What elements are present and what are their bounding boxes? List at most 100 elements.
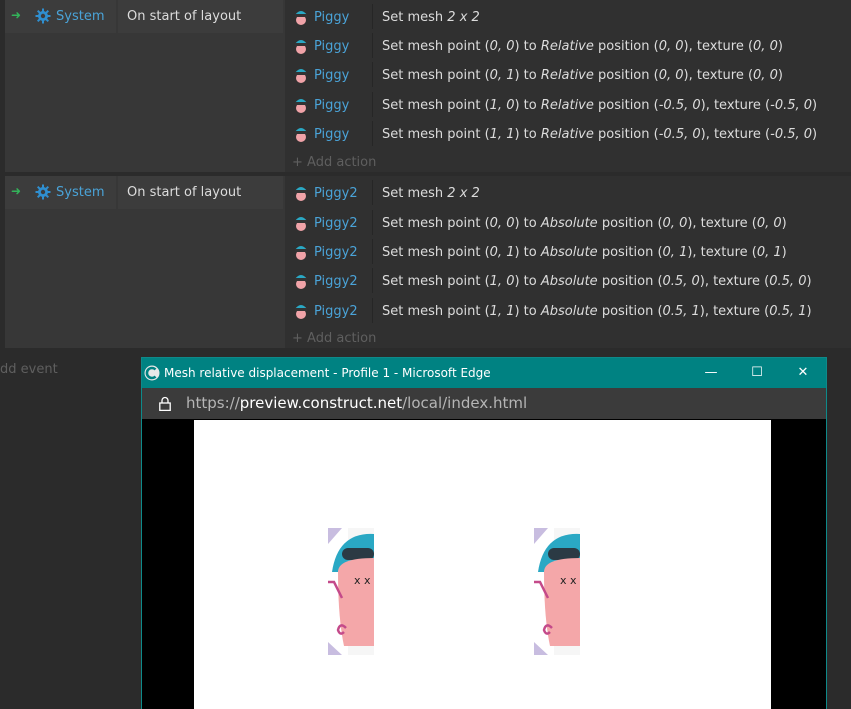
action-parameter: 0, 0 — [753, 39, 778, 54]
action-text[interactable]: Set mesh point (0, 0) to Absolute positi… — [382, 216, 787, 231]
action-row[interactable]: Piggy Set mesh point (1, 1) to Relative … — [285, 119, 851, 148]
action-row[interactable]: Piggy Set mesh point (0, 1) to Relative … — [285, 60, 851, 89]
action-object-name[interactable]: Piggy2 — [314, 186, 358, 201]
action-text[interactable]: Set mesh point (0, 1) to Relative positi… — [382, 68, 783, 83]
action-object-name[interactable]: Piggy — [314, 68, 349, 83]
action-parameter: 2 x 2 — [447, 10, 480, 25]
action-row[interactable]: Piggy2 Set mesh point (0, 0) to Absolute… — [285, 208, 851, 237]
condition-object-cell[interactable]: ➜ System — [5, 176, 116, 209]
action-parameter: 0, 1 — [489, 68, 515, 83]
piggy-icon — [295, 246, 307, 260]
action-object-cell[interactable]: Piggy2 — [285, 266, 372, 295]
close-button[interactable]: ✕ — [780, 358, 826, 388]
action-object-cell[interactable]: Piggy — [285, 90, 372, 119]
action-object-name[interactable]: Piggy2 — [314, 304, 358, 319]
action-row[interactable]: Piggy2 Set mesh point (1, 0) to Absolute… — [285, 266, 851, 295]
action-parameter: 0, 0 — [489, 216, 515, 231]
minimize-button[interactable]: — — [688, 358, 734, 388]
action-parameter: 0, 0 — [658, 39, 684, 54]
condition-row[interactable]: ➜ System On start of layout — [5, 176, 283, 209]
action-object-name[interactable]: Piggy2 — [314, 274, 358, 289]
browser-titlebar[interactable]: Mesh relative displacement - Profile 1 -… — [142, 358, 826, 388]
action-text-segment: Set mesh point ( — [382, 68, 490, 83]
action-row[interactable]: Piggy2 Set mesh point (0, 1) to Absolute… — [285, 237, 851, 266]
action-text[interactable]: Set mesh 2 x 2 — [382, 186, 480, 201]
event-block-2[interactable]: ➜ System On start of layout Piggy2 Set m… — [5, 176, 851, 348]
action-text[interactable]: Set mesh point (0, 1) to Absolute positi… — [382, 245, 787, 260]
condition-object-name[interactable]: System — [56, 185, 104, 200]
action-parameter: Relative — [540, 127, 594, 142]
action-text-segment: ) — [812, 98, 818, 113]
piggy-icon — [295, 187, 307, 201]
condition-row[interactable]: ➜ System On start of layout — [5, 0, 283, 33]
action-text-segment: Set mesh point ( — [382, 304, 490, 319]
action-object-name[interactable]: Piggy2 — [314, 216, 358, 231]
condition-object-name[interactable]: System — [56, 9, 104, 24]
action-object-cell[interactable]: Piggy2 — [285, 178, 372, 207]
action-text-segment: ) to — [514, 127, 541, 142]
action-parameter: 0, 0 — [756, 216, 782, 231]
event-block-1[interactable]: ➜ System On start of layout Piggy Set me… — [5, 0, 851, 172]
action-parameter: Relative — [540, 68, 594, 83]
action-object-name[interactable]: Piggy — [314, 98, 349, 113]
action-text-segment: ), texture ( — [699, 304, 770, 319]
action-object-name[interactable]: Piggy — [314, 39, 349, 54]
game-canvas[interactable]: x x x x — [194, 420, 771, 709]
action-text[interactable]: Set mesh point (1, 1) to Absolute positi… — [382, 304, 812, 319]
condition-text-cell[interactable]: On start of layout — [118, 0, 283, 33]
action-object-cell[interactable]: Piggy2 — [285, 208, 372, 237]
piggy2-sprite: x x — [534, 528, 580, 655]
action-object-cell[interactable]: Piggy — [285, 60, 372, 89]
action-text-segment: Set mesh point ( — [382, 245, 490, 260]
action-text-segment: ) — [777, 68, 783, 83]
action-row[interactable]: Piggy Set mesh 2 x 2 — [285, 2, 851, 31]
action-text[interactable]: Set mesh point (1, 1) to Relative positi… — [382, 127, 817, 142]
add-action-button[interactable]: + Add action — [292, 155, 376, 170]
action-object-cell[interactable]: Piggy — [285, 31, 372, 60]
action-text-segment: Set mesh point ( — [382, 98, 490, 113]
action-row[interactable]: Piggy Set mesh point (1, 0) to Relative … — [285, 90, 851, 119]
action-parameter: 0, 0 — [753, 68, 778, 83]
action-parameter: Absolute — [540, 304, 598, 319]
action-text[interactable]: Set mesh point (1, 0) to Relative positi… — [382, 98, 817, 113]
action-object-cell[interactable]: Piggy2 — [285, 296, 372, 325]
action-text-segment: ), texture ( — [683, 39, 754, 54]
action-text-segment: ), texture ( — [700, 98, 771, 113]
action-row[interactable]: Piggy2 Set mesh 2 x 2 — [285, 178, 851, 207]
action-text-segment: Set mesh point ( — [382, 274, 490, 289]
address-bar[interactable]: https://preview.construct.net/local/inde… — [142, 388, 826, 419]
action-text-segment: position ( — [593, 127, 659, 142]
plus-icon: + — [292, 155, 303, 170]
action-text[interactable]: Set mesh point (1, 0) to Absolute positi… — [382, 274, 812, 289]
action-row[interactable]: Piggy2 Set mesh point (1, 1) to Absolute… — [285, 296, 851, 325]
action-text[interactable]: Set mesh 2 x 2 — [382, 10, 480, 25]
action-divider — [372, 4, 373, 29]
action-text-segment: position ( — [597, 304, 663, 319]
action-parameter: -0.5, 0 — [770, 127, 813, 142]
condition-text-cell[interactable]: On start of layout — [118, 176, 283, 209]
event-2-actions: Piggy2 Set mesh 2 x 2 Piggy2 Set mesh po… — [285, 176, 851, 348]
action-object-name[interactable]: Piggy2 — [314, 245, 358, 260]
action-text-segment: ) — [812, 127, 818, 142]
add-action-button[interactable]: + Add action — [292, 331, 376, 346]
action-text-segment: position ( — [597, 245, 663, 260]
action-row[interactable]: Piggy Set mesh point (0, 0) to Relative … — [285, 31, 851, 60]
action-object-name[interactable]: Piggy — [314, 10, 349, 25]
action-object-name[interactable]: Piggy — [314, 127, 349, 142]
url-text[interactable]: https://preview.construct.net/local/inde… — [186, 394, 527, 412]
action-object-cell[interactable]: Piggy — [285, 2, 372, 31]
action-parameter: 0, 1 — [489, 245, 515, 260]
action-parameter: 0, 0 — [658, 68, 684, 83]
add-event-button[interactable]: dd event — [0, 362, 58, 377]
action-object-cell[interactable]: Piggy2 — [285, 237, 372, 266]
svg-text:x: x — [354, 574, 361, 587]
action-object-cell[interactable]: Piggy — [285, 119, 372, 148]
condition-object-cell[interactable]: ➜ System — [5, 0, 116, 33]
browser-window[interactable]: Mesh relative displacement - Profile 1 -… — [141, 357, 827, 709]
maximize-button[interactable]: ☐ — [734, 358, 780, 388]
edge-icon — [144, 365, 160, 381]
action-text-segment: position ( — [593, 98, 659, 113]
action-text[interactable]: Set mesh point (0, 0) to Relative positi… — [382, 39, 783, 54]
action-parameter: Relative — [540, 39, 594, 54]
action-parameter: Relative — [540, 98, 594, 113]
